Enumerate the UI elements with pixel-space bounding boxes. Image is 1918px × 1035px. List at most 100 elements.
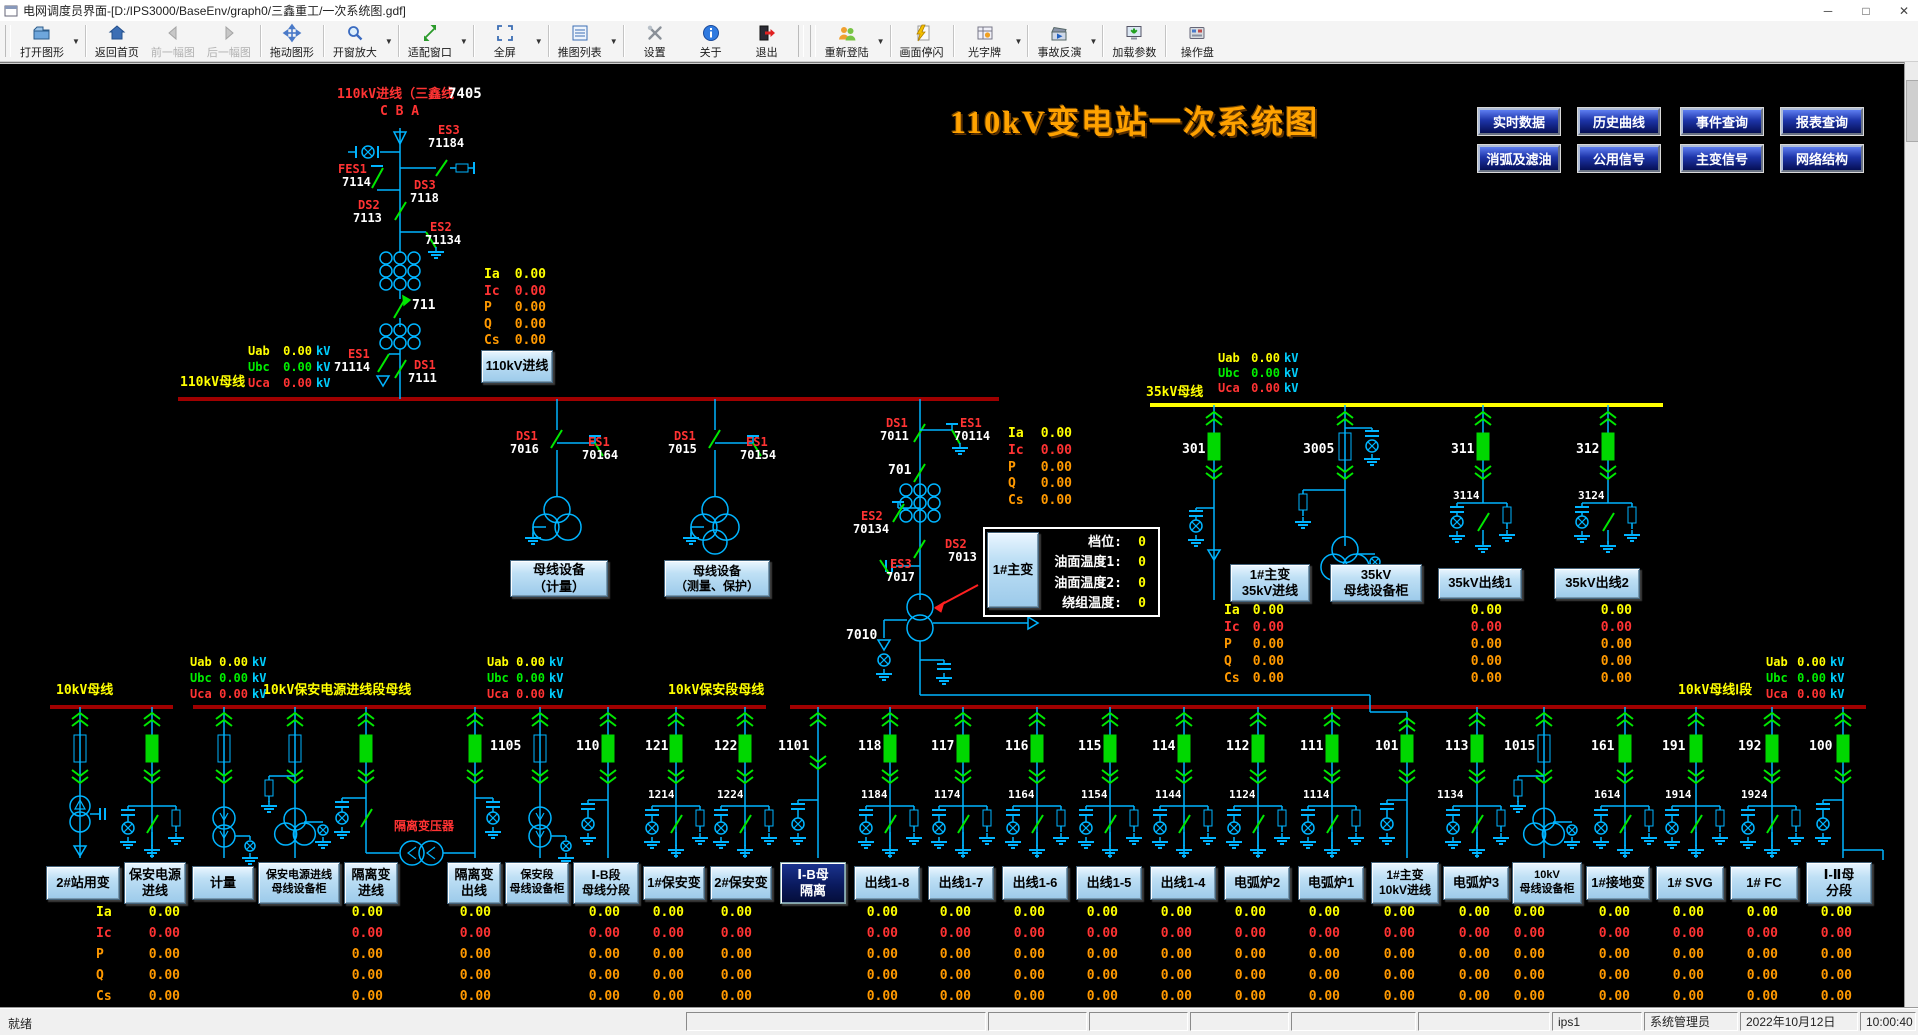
device-button-1#主变10kV进线[interactable]: 1#主变10kV进线 <box>1371 862 1439 904</box>
toolbar-button-drag-graphic[interactable]: 拖动图形 <box>264 21 320 61</box>
button-label: 母线分段 <box>582 883 630 898</box>
device-button-隔离变出线[interactable]: 隔离变出线 <box>447 862 501 904</box>
device-button-10kV母线设备柜[interactable]: 10kV母线设备柜 <box>1512 862 1582 904</box>
status-user: 系统管理员 <box>1644 1012 1738 1031</box>
button-label: 1# FC <box>1746 875 1781 891</box>
scrollbar-thumb[interactable] <box>1906 80 1918 142</box>
nav-button-事件查询[interactable]: 事件查询 <box>1681 108 1763 135</box>
button-label: 35kV进线 <box>1242 583 1298 599</box>
dropdown-arrow-icon[interactable]: ▼ <box>458 21 470 61</box>
next-frame-icon <box>219 23 239 43</box>
device-button-1# SVG[interactable]: 1# SVG <box>1656 866 1724 900</box>
device-button-1#主变35kV进线[interactable]: 1#主变35kV进线 <box>1230 564 1310 602</box>
toolbar-button-open-graphic[interactable]: 打开图形 <box>14 21 70 61</box>
home-icon <box>107 23 127 43</box>
device-button-出线1-5[interactable]: 出线1-5 <box>1076 866 1142 900</box>
toolbar-button-label: 适配窗口 <box>408 44 452 60</box>
nav-button-公用信号[interactable]: 公用信号 <box>1578 145 1660 172</box>
toolbar-button-settings[interactable]: 设置 <box>627 21 683 61</box>
titlebar: 电网调度员界面-[D:/IPS3000/BaseEnv/graph0/三鑫重工/… <box>0 0 1918 22</box>
dropdown-arrow-icon[interactable]: ▼ <box>533 21 545 61</box>
device-button-35kV母线设备柜[interactable]: 35kV母线设备柜 <box>1330 564 1422 602</box>
device-button-Ⅰ-B段母线分段[interactable]: Ⅰ-B段母线分段 <box>573 862 639 904</box>
app-window: 电网调度员界面-[D:/IPS3000/BaseEnv/graph0/三鑫重工/… <box>0 0 1918 1035</box>
device-button-隔离变进线[interactable]: 隔离变进线 <box>344 862 398 904</box>
toolbar-button-fullscreen[interactable]: 全屏 <box>477 21 533 61</box>
toolbar-button-stop-flash[interactable]: 画面停闪 <box>894 21 950 61</box>
toolbar-button-label: 推图列表 <box>558 44 602 60</box>
toolbar-button-operation-panel[interactable]: 操作盘 <box>1169 21 1225 61</box>
device-button-2#保安变[interactable]: 2#保安变 <box>710 866 772 900</box>
dropdown-arrow-icon[interactable]: ▼ <box>1087 21 1099 61</box>
nav-button-报表查询[interactable]: 报表查询 <box>1781 108 1863 135</box>
toolbar-button-exit[interactable]: 退出 <box>739 21 795 61</box>
toolbar-button-label: 事故反演 <box>1037 44 1081 60</box>
toolbar-button-label: 加载参数 <box>1112 44 1156 60</box>
device-button-1#主变[interactable]: 1#主变 <box>987 532 1039 608</box>
button-label: 进线 <box>142 883 168 899</box>
button-label: Ⅰ-Ⅱ母 <box>1824 867 1855 883</box>
toolbar-button-accident-replay[interactable]: 事故反演 <box>1031 21 1087 61</box>
toolbar-button-label: 光字牌 <box>968 44 1001 60</box>
device-button-保安段母线设备柜[interactable]: 保安段母线设备柜 <box>505 862 569 904</box>
minimize-button[interactable]: ─ <box>1820 4 1836 18</box>
accident-replay-icon <box>1049 23 1069 43</box>
toolbar-button-light-board[interactable]: 光字牌 <box>957 21 1013 61</box>
nav-button-实时数据[interactable]: 实时数据 <box>1478 108 1560 135</box>
exit-icon <box>757 23 777 43</box>
toolbar-button-zoom-window[interactable]: 开窗放大 <box>327 21 383 61</box>
device-button-出线1-8[interactable]: 出线1-8 <box>854 866 920 900</box>
button-label: 2#站用变 <box>56 875 109 891</box>
button-label: 计量 <box>210 875 236 891</box>
device-button-计量[interactable]: 计量 <box>192 866 254 900</box>
device-button-出线1-4[interactable]: 出线1-4 <box>1150 866 1216 900</box>
device-button-1# FC[interactable]: 1# FC <box>1730 866 1798 900</box>
toolbar-button-relogin[interactable]: 重新登陆 <box>819 21 875 61</box>
device-button-电弧炉3[interactable]: 电弧炉3 <box>1443 866 1509 900</box>
button-label: 出线1-4 <box>1161 875 1206 891</box>
status-date: 2022年10月12日 <box>1740 1012 1858 1031</box>
device-button-保安电源进线[interactable]: 保安电源进线 <box>124 862 186 904</box>
device-button-电弧炉1[interactable]: 电弧炉1 <box>1298 866 1364 900</box>
toolbar-button-label: 设置 <box>644 44 666 60</box>
device-button-110kV进线[interactable]: 110kV进线 <box>481 350 553 383</box>
device-button-Ⅰ-B母隔离[interactable]: Ⅰ-B母隔离 <box>780 862 846 904</box>
device-button-母线设备（计量）[interactable]: 母线设备（计量） <box>510 560 608 597</box>
device-button-保安电源进线母线设备柜[interactable]: 保安电源进线母线设备柜 <box>258 862 340 904</box>
toolbar-button-about[interactable]: 关于 <box>683 21 739 61</box>
device-button-电弧炉2[interactable]: 电弧炉2 <box>1224 866 1290 900</box>
toolbar-button-home[interactable]: 返回首页 <box>89 21 145 61</box>
vertical-scrollbar[interactable] <box>1904 62 1918 1008</box>
toolbar-button-load-params[interactable]: 加载参数 <box>1106 21 1162 61</box>
toolbar-button-piclist[interactable]: 推图列表 <box>552 21 608 61</box>
device-button-1#接地变[interactable]: 1#接地变 <box>1586 866 1650 900</box>
device-button-出线1-6[interactable]: 出线1-6 <box>1002 866 1068 900</box>
device-button-母线设备（测量、保护）[interactable]: 母线设备（测量、保护） <box>664 560 770 597</box>
nav-button-网络结构[interactable]: 网络结构 <box>1781 145 1863 172</box>
toolbar-separator <box>473 25 474 57</box>
toolbar-button-fit-window[interactable]: 适配窗口 <box>402 21 458 61</box>
toolbar-separator <box>398 25 399 57</box>
button-label: 10kV进线 <box>1379 883 1431 898</box>
device-button-35kV出线1[interactable]: 35kV出线1 <box>1438 568 1522 599</box>
nav-button-主变信号[interactable]: 主变信号 <box>1681 145 1763 172</box>
dropdown-arrow-icon[interactable]: ▼ <box>70 21 82 61</box>
maximize-button[interactable]: □ <box>1858 4 1874 18</box>
dropdown-arrow-icon[interactable]: ▼ <box>383 21 395 61</box>
button-label: 35kV <box>1361 567 1391 583</box>
nav-button-消弧及滤油[interactable]: 消弧及滤油 <box>1478 145 1560 172</box>
dropdown-arrow-icon[interactable]: ▼ <box>875 21 887 61</box>
dropdown-arrow-icon[interactable]: ▼ <box>608 21 620 61</box>
close-button[interactable]: ✕ <box>1896 4 1912 18</box>
device-button-35kV出线2[interactable]: 35kV出线2 <box>1554 568 1640 599</box>
nav-button-历史曲线[interactable]: 历史曲线 <box>1578 108 1660 135</box>
button-label: 1#主变 <box>1386 868 1423 883</box>
dropdown-arrow-icon[interactable]: ▼ <box>1013 21 1025 61</box>
device-button-Ⅰ-Ⅱ母分段[interactable]: Ⅰ-Ⅱ母分段 <box>1806 862 1872 904</box>
button-label: 母线设备柜 <box>510 883 565 897</box>
device-button-出线1-7[interactable]: 出线1-7 <box>928 866 994 900</box>
device-button-2#站用变[interactable]: 2#站用变 <box>46 866 120 900</box>
button-label: 保安电源 <box>129 867 181 883</box>
device-button-1#保安变[interactable]: 1#保安变 <box>643 866 705 900</box>
status-time: 10:00:40 <box>1860 1012 1916 1031</box>
